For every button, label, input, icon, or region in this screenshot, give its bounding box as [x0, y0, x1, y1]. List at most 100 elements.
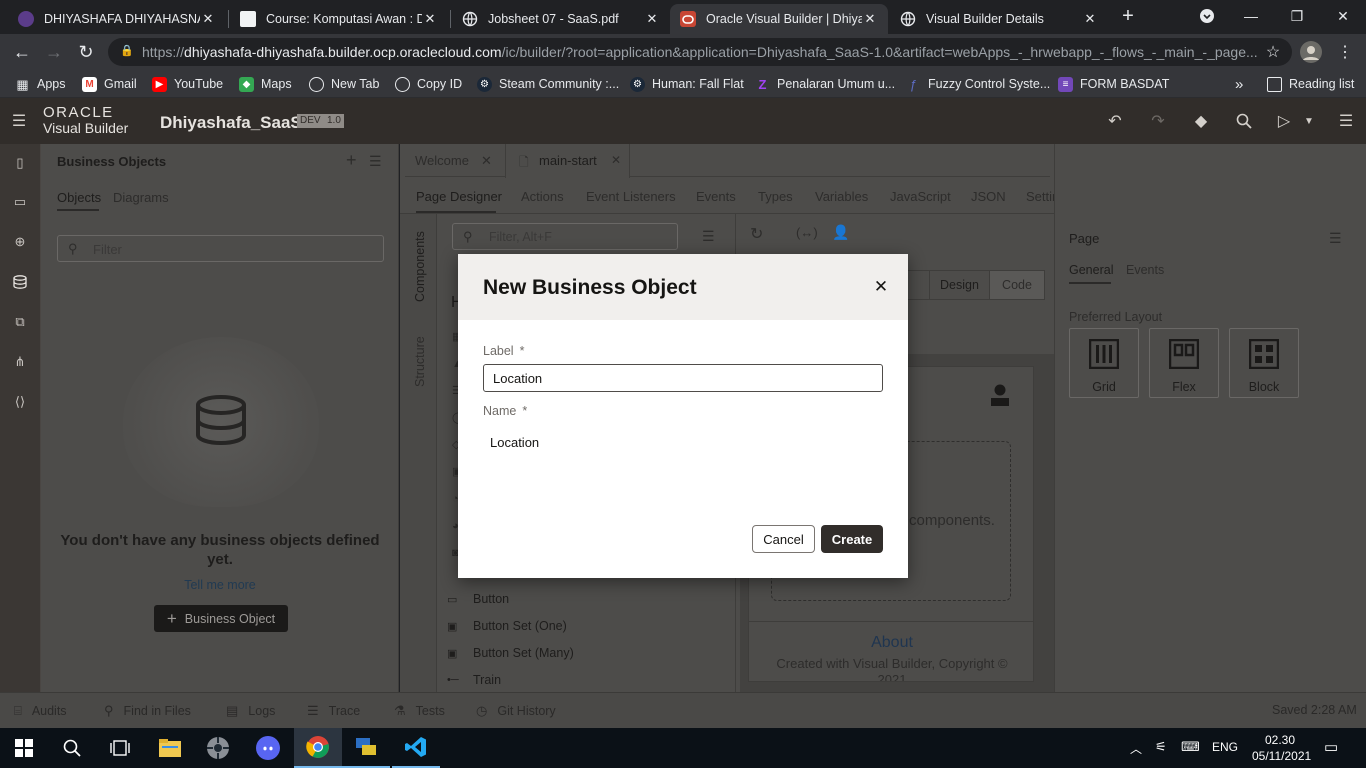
layout-block-option[interactable]: Block	[1229, 328, 1299, 398]
back-icon[interactable]: ←	[9, 40, 35, 64]
language-indicator[interactable]: ENG	[1212, 740, 1238, 754]
filter-input[interactable]: ⚲ Filter	[57, 235, 384, 262]
window-close-icon[interactable]: ✕	[1320, 0, 1366, 32]
new-tab-icon[interactable]: +	[1106, 0, 1150, 32]
code-mode-button[interactable]: Code	[989, 271, 1044, 299]
browser-tab[interactable]: DHIYASHAFA DHIYAHASNA H ✕	[8, 4, 226, 34]
source-view-icon[interactable]: ⟨⟩	[11, 393, 29, 411]
side-tab-structure[interactable]: Structure	[413, 336, 427, 387]
logs-button[interactable]: ▤ Logs	[226, 703, 275, 719]
component-filter-input[interactable]: ⚲ Filter, Alt+F	[452, 223, 678, 250]
reading-list-button[interactable]: Reading list	[1267, 74, 1354, 94]
overflow-menu-icon[interactable]: ☰	[1336, 112, 1356, 130]
audits-button[interactable]: ⌸ Audits	[14, 703, 67, 719]
keyboard-icon[interactable]: ⌨	[1181, 739, 1200, 755]
close-tab-icon[interactable]: ✕	[644, 11, 660, 27]
browser-tab-active[interactable]: Oracle Visual Builder | Dhiyas ✕	[670, 4, 888, 34]
browser-tab[interactable]: Jobsheet 07 - SaaS.pdf ✕	[452, 4, 670, 34]
menu-icon[interactable]: ☰	[369, 153, 382, 170]
bookmark-copy-id[interactable]: Copy ID	[395, 74, 462, 94]
run-icon[interactable]: ▷	[1274, 112, 1294, 130]
business-objects-icon[interactable]	[11, 273, 29, 291]
reload-icon[interactable]: ↻	[73, 40, 99, 64]
add-icon[interactable]: +	[346, 150, 357, 171]
bookmark-gmail[interactable]: M Gmail	[82, 74, 137, 94]
bookmark-star-icon[interactable]: ☆	[1260, 40, 1286, 64]
tab-diagrams[interactable]: Diagrams	[113, 190, 169, 205]
task-view-icon[interactable]	[96, 728, 144, 768]
bookmark-form-basdat[interactable]: ≡ FORM BASDAT	[1058, 74, 1169, 94]
git-icon[interactable]: ◆	[1191, 112, 1211, 130]
bookmark-human-fall-flat[interactable]: ⚙ Human: Fall Flat	[630, 74, 744, 94]
close-icon[interactable]: ✕	[481, 153, 492, 168]
chrome-icon[interactable]	[294, 728, 342, 768]
search-icon[interactable]	[1234, 112, 1254, 130]
close-icon[interactable]: ✕	[872, 277, 890, 296]
discord-icon[interactable]	[244, 728, 292, 768]
bookmark-fuzzy[interactable]: ƒ Fuzzy Control Syste...	[906, 74, 1050, 94]
close-icon[interactable]: ✕	[611, 153, 621, 167]
component-button-set-many[interactable]: ▣ Button Set (Many)	[447, 646, 574, 660]
close-tab-icon[interactable]: ✕	[862, 11, 878, 27]
search-icon[interactable]	[48, 728, 96, 768]
bookmark-youtube[interactable]: ▶ YouTube	[152, 74, 223, 94]
user-icon[interactable]: 👤	[832, 224, 849, 241]
cancel-button[interactable]: Cancel	[752, 525, 815, 553]
tab-javascript[interactable]: JavaScript	[890, 189, 951, 204]
network-app-icon[interactable]	[342, 728, 390, 768]
close-tab-icon[interactable]: ✕	[200, 11, 216, 27]
bookmark-penalaran[interactable]: Z Penalaran Umum u...	[755, 74, 896, 94]
tab-actions[interactable]: Actions	[521, 189, 564, 204]
trace-button[interactable]: ☰ Trace	[307, 703, 360, 719]
close-tab-icon[interactable]: ✕	[422, 11, 438, 27]
tray-chevron-icon[interactable]: ︿	[1130, 740, 1142, 757]
clock[interactable]: 02.30 05/11/2021	[1252, 732, 1311, 764]
mobile-apps-icon[interactable]: ▯	[11, 154, 29, 172]
about-link[interactable]: About	[749, 634, 1033, 652]
tell-me-more-link[interactable]: Tell me more	[57, 578, 383, 592]
browser-tab[interactable]: Visual Builder Details ✕	[890, 4, 1108, 34]
windows-start-icon[interactable]	[0, 728, 48, 768]
components-icon[interactable]: ⧉	[11, 313, 29, 331]
component-button[interactable]: ▭ Button	[447, 592, 509, 606]
component-train[interactable]: •─ Train	[447, 673, 501, 687]
processes-icon[interactable]: ⋔	[11, 353, 29, 371]
redo-icon[interactable]: ↷	[1148, 112, 1168, 130]
close-tab-icon[interactable]: ✕	[1082, 11, 1098, 27]
services-icon[interactable]: ⊕	[11, 233, 29, 251]
bookmark-apps[interactable]: ▦ Apps	[15, 74, 65, 94]
web-apps-icon[interactable]: ▭	[11, 193, 29, 211]
restore-icon[interactable]: ❐	[1274, 0, 1320, 32]
palette-menu-icon[interactable]: ☰	[702, 228, 715, 245]
minimize-icon[interactable]: —	[1228, 0, 1274, 32]
file-explorer-icon[interactable]	[146, 728, 194, 768]
bookmark-new-tab[interactable]: New Tab	[309, 74, 379, 94]
file-tab-main-start[interactable]: 🗋 main-start ✕	[505, 144, 630, 178]
find-in-files-button[interactable]: ⚲ Find in Files	[104, 703, 191, 719]
add-business-object-button[interactable]: + Business Object	[154, 605, 288, 632]
tab-page-designer[interactable]: Page Designer	[416, 189, 502, 204]
layout-grid-option[interactable]: Grid	[1069, 328, 1139, 398]
tab-objects[interactable]: Objects	[57, 190, 101, 205]
git-history-button[interactable]: ◷ Git History	[476, 703, 556, 719]
notifications-icon[interactable]: ▭	[1324, 738, 1338, 756]
browser-menu-icon[interactable]: ⋮	[1332, 40, 1358, 64]
tab-variables[interactable]: Variables	[815, 189, 868, 204]
refresh-icon[interactable]: ↻	[750, 224, 763, 244]
tab-general[interactable]: General	[1069, 263, 1113, 277]
design-mode-button[interactable]: Design	[929, 271, 989, 299]
layout-flex-option[interactable]: Flex	[1149, 328, 1219, 398]
tab-events[interactable]: Events	[696, 189, 736, 204]
side-tab-components[interactable]: Components	[413, 231, 427, 302]
file-tab-welcome[interactable]: Welcome ✕	[415, 153, 492, 169]
hamburger-menu-icon[interactable]: ☰	[9, 112, 29, 130]
create-button[interactable]: Create	[821, 525, 883, 553]
run-menu-chevron-icon[interactable]: ▼	[1299, 112, 1319, 130]
tests-button[interactable]: ⚗ Tests	[394, 703, 445, 719]
label-input[interactable]	[483, 364, 883, 392]
network-icon[interactable]: ⚟	[1155, 739, 1167, 755]
profile-avatar[interactable]	[1298, 40, 1324, 64]
vscode-icon[interactable]	[392, 728, 440, 768]
bookmarks-overflow[interactable]: »	[1235, 74, 1243, 94]
fan-app-icon[interactable]	[194, 728, 242, 768]
